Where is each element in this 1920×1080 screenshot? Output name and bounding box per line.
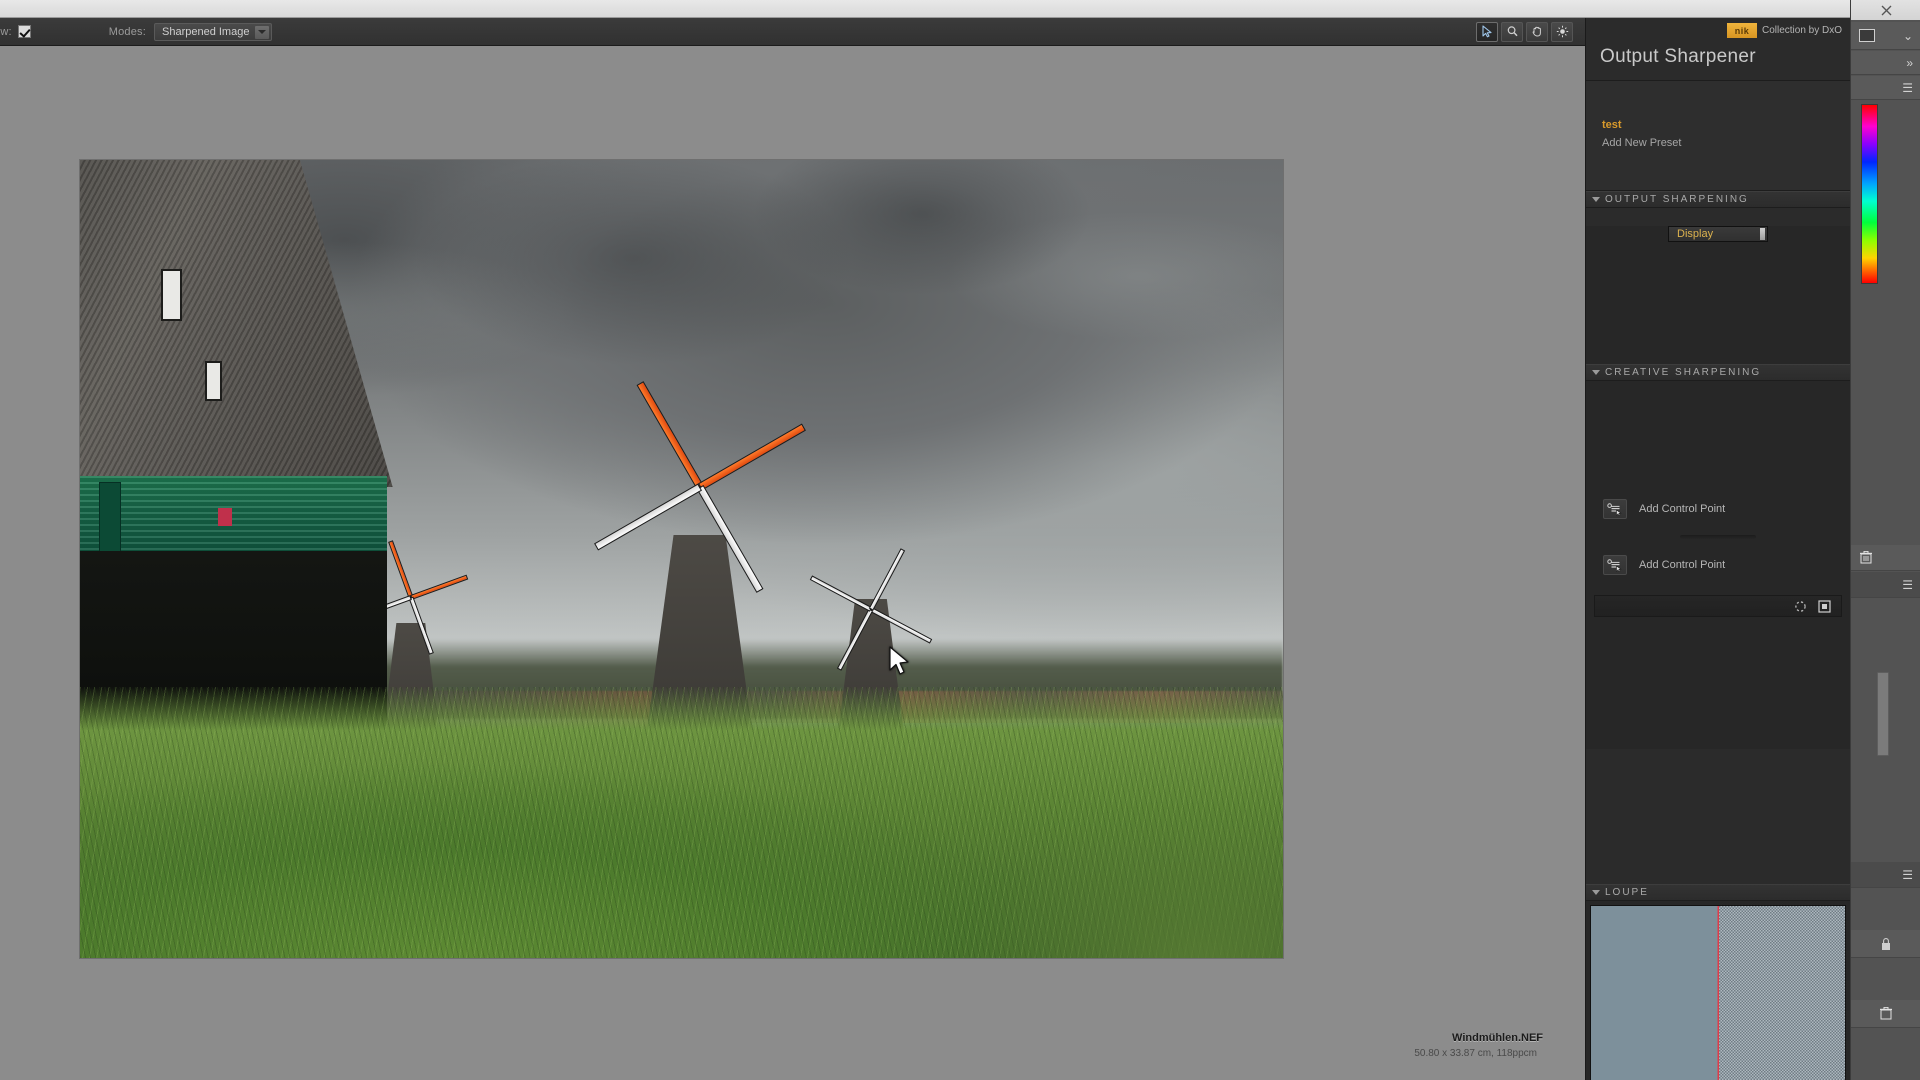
chevron-down-icon[interactable] xyxy=(1592,370,1600,375)
control-point-icon xyxy=(1607,502,1622,516)
foreground-color-swatch[interactable] xyxy=(1859,29,1875,42)
preview-checkbox[interactable] xyxy=(17,25,31,38)
dock-row-menu-2[interactable]: ☰ xyxy=(1851,572,1920,598)
photo-preview[interactable] xyxy=(80,160,1283,958)
chevron-down-icon[interactable] xyxy=(255,25,270,39)
add-control-point-label-1: Add Control Point xyxy=(1639,503,1726,515)
chevron-down-icon[interactable] xyxy=(1592,890,1600,895)
preset-item-current[interactable]: test xyxy=(1602,119,1622,131)
host-dock: ⌄ » ☰ ☰ ☰ xyxy=(1850,0,1920,1080)
dock-row-trash-2[interactable] xyxy=(1851,1000,1920,1028)
creative-sharpening-body: Add Control Point Add Control Point xyxy=(1586,381,1850,749)
trash-icon xyxy=(1860,551,1872,564)
creative-sharpening-title: CREATIVE SHARPENING xyxy=(1605,367,1762,378)
toolbar-tools xyxy=(1476,21,1585,42)
brightness-tool-button[interactable] xyxy=(1551,21,1573,42)
dock-row-trash-1[interactable] xyxy=(1851,545,1920,571)
control-point-icon xyxy=(1607,558,1622,572)
plugin-toolbar: ew: Modes: Sharpened Image xyxy=(0,18,1585,46)
host-window-titlebar xyxy=(0,0,1920,18)
dock-row-menu-1[interactable]: ☰ xyxy=(1851,76,1920,100)
section-output-sharpening: OUTPUT SHARPENING Display xyxy=(1586,191,1850,381)
color-spectrum-icon[interactable] xyxy=(1861,104,1878,284)
output-mode-select[interactable]: Display xyxy=(1668,226,1768,242)
hamburger-menu-icon[interactable]: ☰ xyxy=(1902,81,1913,95)
photo-thatched-mill xyxy=(80,160,393,735)
chevron-down-icon[interactable] xyxy=(1592,197,1600,202)
dock-row-menu-3[interactable]: ☰ xyxy=(1851,862,1920,888)
hamburger-menu-icon[interactable]: ☰ xyxy=(1902,868,1913,882)
control-point-slider-1[interactable] xyxy=(1680,535,1756,539)
image-filename-caption: Windmühlen.NEF xyxy=(1452,1032,1543,1044)
add-control-point-icon[interactable] xyxy=(1603,499,1627,519)
slider-handle[interactable] xyxy=(1760,228,1765,240)
preview-label: ew: xyxy=(0,25,12,38)
add-control-point-label-2: Add Control Point xyxy=(1639,559,1726,571)
modes-label: Modes: xyxy=(108,25,146,38)
chevron-down-icon[interactable]: ⌄ xyxy=(1903,29,1913,43)
preset-area: test Add New Preset xyxy=(1586,81,1850,191)
output-mode-select-value: Display xyxy=(1677,228,1714,240)
brightness-icon xyxy=(1556,25,1568,38)
add-control-point-row-2[interactable]: Add Control Point xyxy=(1586,555,1850,575)
application-window: ew: Modes: Sharpened Image xyxy=(0,0,1920,1080)
dock-row-lock[interactable] xyxy=(1851,930,1920,958)
brand-label: Collection by DxO xyxy=(1761,25,1842,36)
preview-toggle-group[interactable]: ew: xyxy=(0,25,31,38)
creative-sharpening-header[interactable]: CREATIVE SHARPENING xyxy=(1586,364,1850,381)
close-icon xyxy=(1881,5,1891,15)
loupe-noise-half xyxy=(1719,906,1845,1080)
loupe-header[interactable]: LOUPE xyxy=(1586,884,1850,901)
dock-row-expand[interactable]: » xyxy=(1851,51,1920,75)
trash-icon xyxy=(1880,1007,1892,1020)
photo-grass-right xyxy=(873,718,1283,958)
hand-icon xyxy=(1532,26,1541,37)
modes-select[interactable]: Sharpened Image xyxy=(154,22,273,41)
dashed-circle-icon[interactable] xyxy=(1793,599,1807,613)
output-sharpening-header[interactable]: OUTPUT SHARPENING xyxy=(1586,191,1850,208)
nik-logo-icon: nik xyxy=(1726,23,1757,38)
target-square-icon[interactable] xyxy=(1817,599,1831,613)
modes-group: Modes: Sharpened Image xyxy=(108,22,273,41)
pointer-icon xyxy=(1481,25,1492,38)
section-creative-sharpening: CREATIVE SHARPENING Add Control Point Ad… xyxy=(1586,364,1850,749)
pan-tool-button[interactable] xyxy=(1526,21,1548,42)
loupe-title: LOUPE xyxy=(1605,887,1649,898)
double-chevron-right-icon[interactable]: » xyxy=(1906,56,1913,70)
brand-logo-group: nik Collection by DxO xyxy=(1726,23,1842,38)
magnifier-icon xyxy=(1507,26,1518,37)
zoom-tool-button[interactable] xyxy=(1501,21,1523,42)
dock-row-swatch[interactable]: ⌄ xyxy=(1851,22,1920,50)
loupe-body xyxy=(1586,901,1850,1080)
add-control-point-row-1[interactable]: Add Control Point xyxy=(1586,499,1850,519)
section-loupe: LOUPE xyxy=(1586,884,1850,1080)
modes-select-value: Sharpened Image xyxy=(162,25,250,38)
hamburger-menu-icon[interactable]: ☰ xyxy=(1902,578,1913,592)
add-control-point-icon[interactable] xyxy=(1603,555,1627,575)
image-canvas[interactable]: Windmühlen.NEF 50.80 x 33.87 cm, 118ppcm xyxy=(0,46,1585,1080)
add-new-preset-button[interactable]: Add New Preset xyxy=(1602,137,1681,149)
pointer-tool-button[interactable] xyxy=(1476,21,1498,42)
output-sharpening-body: Display xyxy=(1586,226,1850,381)
dock-scrollbar-thumb[interactable] xyxy=(1877,672,1889,756)
loupe-preview[interactable] xyxy=(1590,905,1846,1080)
output-sharpening-title: OUTPUT SHARPENING xyxy=(1605,194,1749,205)
image-dimensions-caption: 50.80 x 33.87 cm, 118ppcm xyxy=(1414,1048,1537,1059)
plugin-panel: nik Collection by DxO Output Sharpener t… xyxy=(1585,18,1850,1080)
lock-icon xyxy=(1882,937,1890,950)
control-point-list-toolbar xyxy=(1594,595,1842,617)
close-button[interactable] xyxy=(1851,0,1920,20)
page-title: Output Sharpener xyxy=(1600,46,1756,67)
